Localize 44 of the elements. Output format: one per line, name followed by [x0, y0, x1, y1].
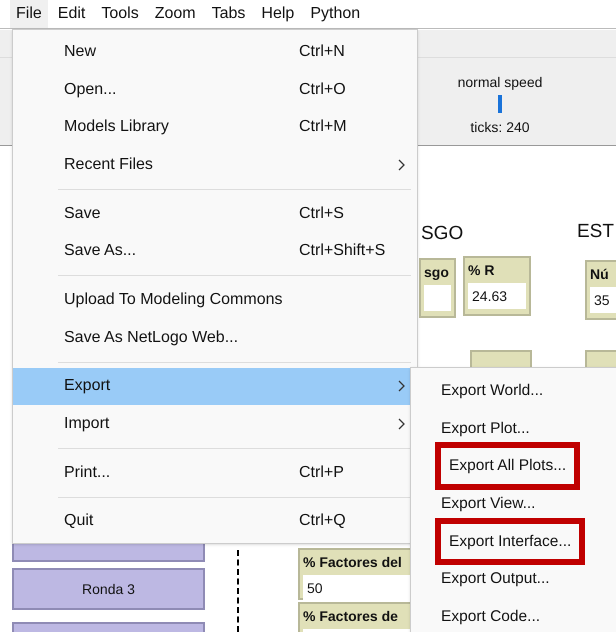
menu-item[interactable]: Models Library Ctrl+M: [13, 108, 417, 146]
menu-bar-item[interactable]: Tabs: [206, 0, 252, 28]
menu-bar-item[interactable]: Edit: [52, 0, 92, 28]
menu-item[interactable]: Export All Plots...: [435, 442, 580, 490]
menu-item[interactable]: Open... Ctrl+O: [13, 70, 417, 108]
shortcut-label: Ctrl+N: [299, 42, 346, 62]
ticks-counter: ticks: 240: [470, 118, 530, 137]
menu-item[interactable]: Save Ctrl+S: [13, 194, 417, 232]
menu-item[interactable]: Recent Files: [13, 146, 417, 184]
shortcut-label: Ctrl+Shift+S: [299, 241, 386, 262]
shortcut-label: Ctrl+O: [299, 80, 347, 100]
monitor-value: 24.63: [468, 283, 526, 309]
shortcut-label: Ctrl+M: [299, 117, 348, 138]
chevron-right-icon: [398, 418, 405, 430]
section-heading: SGO: [421, 222, 464, 246]
speed-label: normal speed: [458, 73, 542, 92]
chevron-right-icon: [398, 380, 405, 392]
shortcut-label: Ctrl+S: [299, 204, 345, 224]
monitor-label: % Factores del: [303, 553, 403, 572]
menu-bar-item[interactable]: Zoom: [148, 0, 202, 28]
menu-item[interactable]: Import: [13, 405, 417, 443]
menu-bar-item[interactable]: Tools: [95, 0, 145, 28]
menu-item[interactable]: Save As NetLogo Web...: [13, 318, 417, 356]
menu-item[interactable]: Export World...: [437, 373, 548, 408]
shortcut-label: Ctrl+Q: [299, 511, 347, 532]
speed-slider-thumb[interactable]: [498, 95, 502, 113]
menu-item[interactable]: New Ctrl+N: [13, 33, 417, 71]
monitor-label: sgo: [424, 263, 450, 282]
menu-bar-item[interactable]: File: [10, 0, 48, 28]
menu-item[interactable]: Upload To Modeling Commons: [13, 281, 417, 319]
menu-item[interactable]: Save As... Ctrl+Shift+S: [13, 232, 417, 270]
monitor-label: Nú: [590, 265, 610, 284]
monitor-value: 35: [590, 287, 616, 313]
monitor-label: % R: [468, 261, 496, 280]
chevron-right-icon: [398, 158, 405, 171]
monitor-label: % Factores de: [303, 607, 399, 626]
section-heading: EST: [577, 220, 614, 244]
menu-bar-item[interactable]: Help: [255, 0, 300, 28]
menu-bar-item[interactable]: Python: [304, 0, 366, 28]
menu-item[interactable]: Export Interface...: [435, 518, 586, 565]
monitor-value: [424, 285, 451, 311]
menu-item[interactable]: Export Code...: [437, 598, 544, 632]
round-button[interactable]: Ronda 3: [12, 568, 205, 610]
shortcut-label: Ctrl+P: [299, 462, 345, 483]
